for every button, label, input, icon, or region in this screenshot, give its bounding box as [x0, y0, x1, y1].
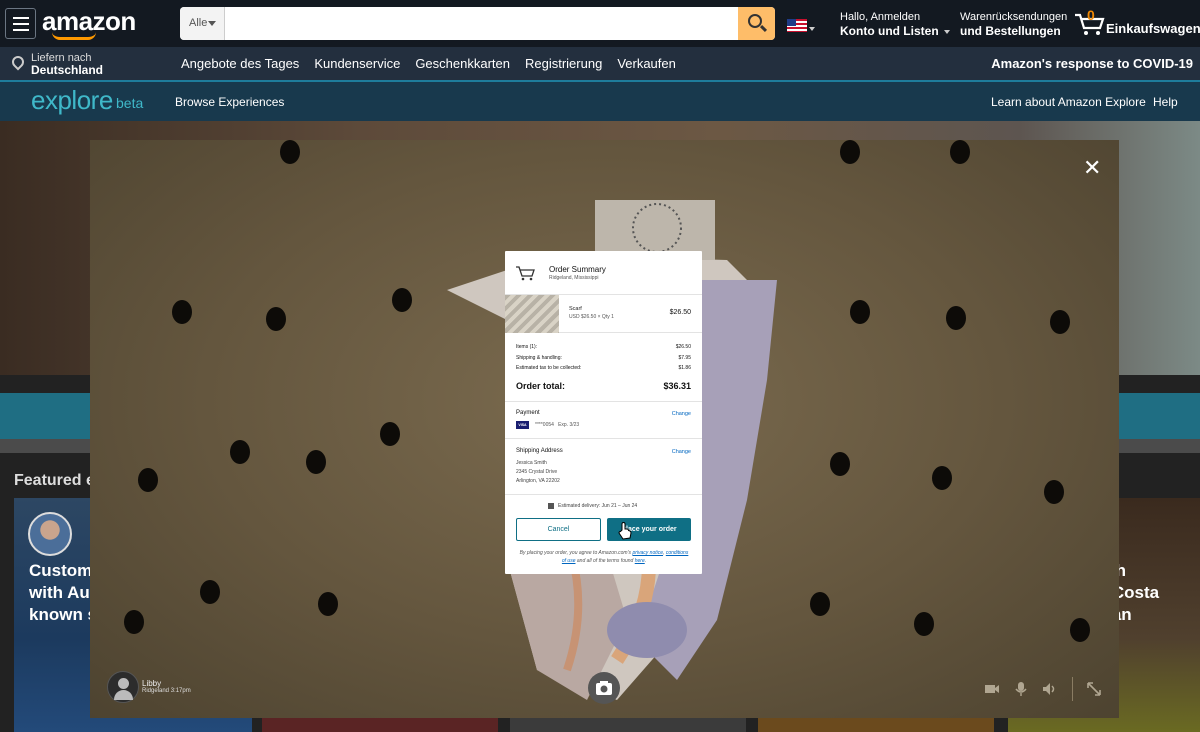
order-total-value: $36.31	[663, 381, 691, 391]
top-nav: amazon Alle Hallo, Anmelden Konto und Li…	[0, 0, 1200, 47]
volume-icon[interactable]	[1042, 681, 1058, 697]
total-row: Shipping & handling: $7.95	[516, 354, 691, 361]
search-category-label: Alle	[189, 17, 208, 29]
change-payment-link[interactable]: Change	[672, 411, 691, 417]
shipping-title: Shipping Address	[516, 448, 563, 454]
order-summary-title: Order Summary	[549, 265, 606, 274]
account-greeting: Hallo, Anmelden	[840, 11, 921, 23]
nav-link-deals[interactable]: Angebote des Tages	[181, 56, 299, 71]
deliver-country: Deutschland	[31, 63, 104, 77]
returns-orders-link[interactable]: Warenrücksendungen und Bestellungen	[960, 11, 1067, 39]
covid-link[interactable]: Amazon's response to COVID-19	[991, 56, 1193, 71]
snapshot-button[interactable]	[588, 672, 620, 704]
change-address-link[interactable]: Change	[672, 449, 691, 455]
cart-count: 0	[1087, 7, 1095, 23]
video-camera-off-icon[interactable]	[984, 681, 1000, 697]
item-price: $26.50	[669, 309, 691, 316]
avatar	[107, 671, 139, 703]
address-line: Jessica Smith	[516, 460, 547, 466]
sub-nav-links: Angebote des Tages Kundenservice Geschen…	[181, 56, 676, 71]
total-row: Estimated tax to be collected: $1.86	[516, 365, 691, 371]
avatar	[28, 512, 72, 556]
item-name: Scarf	[569, 306, 582, 312]
explore-bar: explore beta Browse Experiences Learn ab…	[0, 80, 1200, 121]
payment-title: Payment	[516, 410, 540, 416]
estimated-delivery: Estimated delivery: Jun 21 – Jun 24	[558, 503, 638, 509]
cancel-button[interactable]: Cancel	[516, 518, 601, 541]
microphone-icon[interactable]	[1015, 681, 1027, 697]
sub-nav: Liefern nach Deutschland Angebote des Ta…	[0, 47, 1200, 80]
order-summary-dialog: Order Summary Ridgeland, Mississippi Sca…	[505, 251, 702, 574]
camera-icon	[596, 681, 612, 695]
orders-label: und Bestellungen	[960, 24, 1061, 38]
address-line: 2345 Crystal Drive	[516, 469, 558, 475]
order-location: Ridgeland, Mississippi	[549, 275, 599, 281]
fullscreen-icon[interactable]	[1086, 681, 1102, 697]
account-menu[interactable]: Hallo, Anmelden Konto und Listen	[840, 11, 950, 39]
search-bar: Alle	[180, 7, 775, 40]
presenter-name: Libby	[142, 679, 162, 688]
explore-logo[interactable]: explore	[31, 85, 113, 116]
learn-about-link[interactable]: Learn about Amazon Explore	[991, 95, 1146, 109]
address-line: Arlington, VA 22202	[516, 478, 560, 484]
location-pin-icon	[9, 53, 27, 71]
explore-beta-badge: beta	[116, 95, 144, 111]
nav-link-customer-service[interactable]: Kundenservice	[314, 56, 400, 71]
caret-down-icon	[943, 29, 950, 34]
order-item: Scarf USD $26.50 × Qty 1 $26.50	[505, 295, 702, 333]
hamburger-menu-icon[interactable]	[5, 8, 36, 39]
visa-icon: VISA	[516, 421, 529, 429]
search-category-select[interactable]: Alle	[180, 7, 225, 40]
nav-link-gift-cards[interactable]: Geschenkkarten	[415, 56, 510, 71]
browse-experiences-link[interactable]: Browse Experiences	[175, 95, 284, 109]
amazon-smile-icon	[52, 32, 96, 40]
account-label: Konto und Listen	[840, 24, 939, 38]
scarf-thumbnail-image	[505, 295, 559, 333]
caret-down-icon	[809, 27, 815, 31]
order-total-label: Order total:	[516, 381, 566, 391]
terms-here-link[interactable]: here	[635, 558, 645, 564]
close-icon[interactable]: ✕	[1083, 155, 1101, 181]
card-title: Customi with Aus known s	[29, 561, 100, 624]
order-total: Order total: $36.31	[516, 381, 691, 391]
nav-link-registry[interactable]: Registrierung	[525, 56, 602, 71]
order-summary-header: Order Summary Ridgeland, Mississippi	[505, 251, 702, 295]
caret-down-icon	[208, 21, 216, 26]
order-totals: Items (1): $26.50 Shipping & handling: $…	[516, 344, 691, 376]
item-price-qty: USD $26.50 × Qty 1	[569, 314, 614, 320]
privacy-notice-link[interactable]: privacy notice	[632, 550, 663, 556]
cart-icon	[516, 266, 535, 281]
returns-label: Warenrücksendungen	[960, 11, 1068, 23]
terms-notice: By placing your order, you agree to Amaz…	[519, 550, 689, 564]
search-input[interactable]	[225, 7, 738, 40]
card-details: ****0054 Exp. 3/23	[535, 422, 580, 428]
total-row: Items (1): $26.50	[516, 344, 691, 350]
us-flag-icon[interactable]	[787, 19, 807, 32]
cart-label[interactable]: Einkaufswagen	[1106, 21, 1200, 36]
delivery-truck-icon	[548, 503, 554, 509]
help-link[interactable]: Help	[1153, 95, 1178, 109]
search-button[interactable]	[738, 7, 775, 40]
presenter-location-time: Ridgeland 3:17pm	[142, 688, 191, 694]
hand-cursor-icon	[618, 522, 632, 540]
nav-link-sell[interactable]: Verkaufen	[617, 56, 676, 71]
